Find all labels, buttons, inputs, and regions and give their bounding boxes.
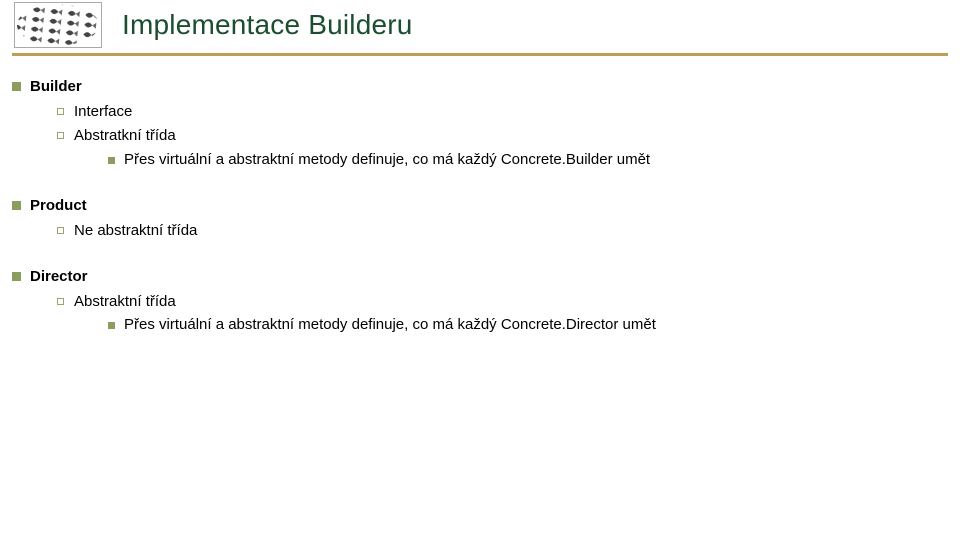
bullet-builder-abstract: Abstratkní třída	[12, 125, 948, 148]
bullet-text: Interface	[74, 103, 132, 120]
slide-header: Implementace Builderu	[14, 2, 413, 48]
bullet-text: Director	[30, 268, 88, 285]
bullet-builder: Builder	[12, 76, 948, 99]
bullet-text: Přes virtuální a abstraktní metody defin…	[124, 151, 650, 168]
bullet-text: Ne abstraktní třída	[74, 222, 197, 239]
bullet-text: Abstratkní třída	[74, 127, 176, 144]
hollow-square-bullet-icon	[57, 298, 64, 305]
square-bullet-icon	[108, 322, 115, 329]
divider	[12, 53, 948, 56]
logo-image	[14, 2, 102, 48]
bullet-director-abstract: Abstraktní třída	[12, 291, 948, 314]
bullet-builder-interface: Interface	[12, 101, 948, 124]
slide-title: Implementace Builderu	[122, 9, 413, 41]
square-bullet-icon	[12, 272, 21, 281]
hollow-square-bullet-icon	[57, 227, 64, 234]
bullet-director: Director	[12, 266, 948, 289]
bullet-text: Přes virtuální a abstraktní metody defin…	[124, 316, 656, 333]
slide: Implementace Builderu Builder Interface …	[0, 0, 960, 540]
square-bullet-icon	[12, 201, 21, 210]
square-bullet-icon	[12, 82, 21, 91]
hollow-square-bullet-icon	[57, 108, 64, 115]
bullet-director-abstract-detail: Přes virtuální a abstraktní metody defin…	[12, 314, 948, 337]
bullet-text: Builder	[30, 78, 82, 95]
bullet-product-notabstract: Ne abstraktní třída	[12, 220, 948, 243]
hollow-square-bullet-icon	[57, 132, 64, 139]
bullet-text: Abstraktní třída	[74, 293, 176, 310]
bullet-text: Product	[30, 197, 87, 214]
slide-body: Builder Interface Abstratkní třída Přes …	[12, 70, 948, 337]
bullet-builder-abstract-detail: Přes virtuální a abstraktní metody defin…	[12, 149, 948, 172]
bullet-product: Product	[12, 195, 948, 218]
square-bullet-icon	[108, 157, 115, 164]
